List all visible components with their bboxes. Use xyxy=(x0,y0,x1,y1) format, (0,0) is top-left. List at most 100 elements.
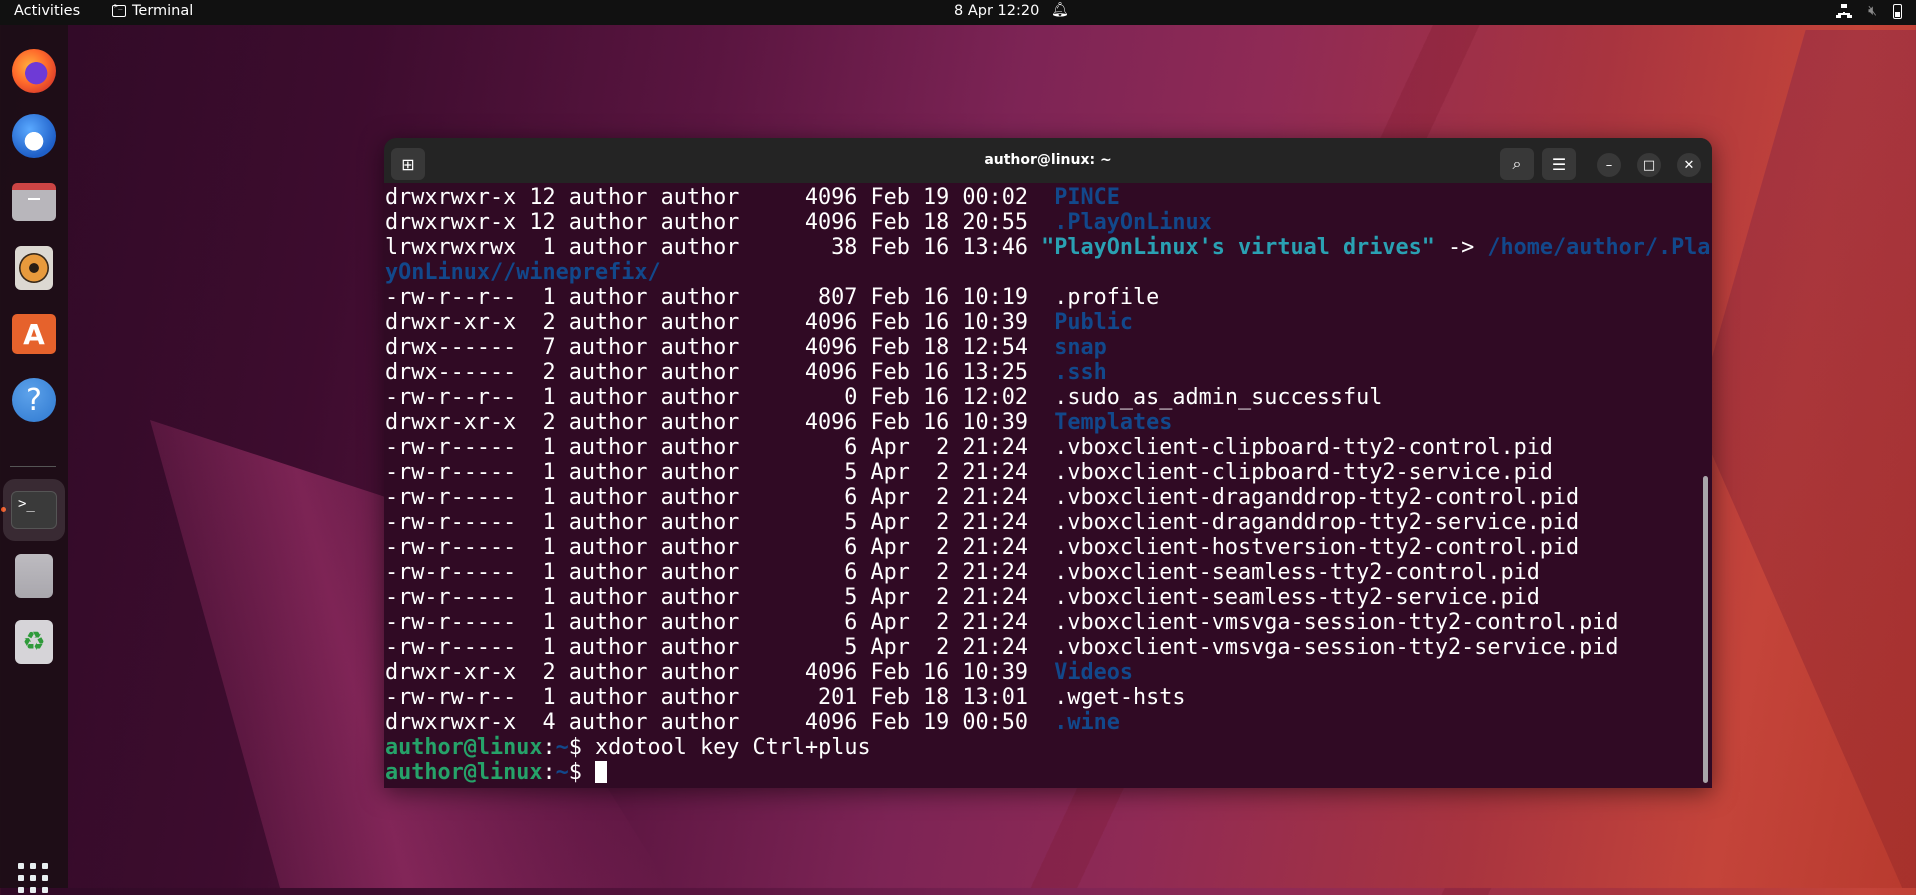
close-icon: ✕ xyxy=(1683,157,1695,173)
top-bar: Activities Terminal 8 Apr 12:20 🔔︎ 🔇︎ xyxy=(0,0,1916,25)
network-icon xyxy=(1836,4,1853,18)
volume-muted-icon: 🔇︎ xyxy=(1868,3,1877,19)
terminal-line: drwxrwxr-x 12 author author 4096 Feb 18 … xyxy=(385,210,1710,235)
file-meta: -rw-r----- 1 author author 5 Apr 2 21:24 xyxy=(385,635,1055,660)
dock-item-thunderbird[interactable] xyxy=(8,110,60,162)
file-name: .vboxclient-draganddrop-tty2-service.pid xyxy=(1054,510,1580,535)
file-name: PINCE xyxy=(1054,185,1120,210)
prompt-symbol: $ xyxy=(568,760,595,785)
file-meta: -rw-r----- 1 author author 6 Apr 2 21:24 xyxy=(385,535,1055,560)
prompt-symbol: $ xyxy=(568,735,595,760)
link-arrow: -> xyxy=(1434,235,1488,260)
file-meta: -rw-r----- 1 author author 6 Apr 2 21:24 xyxy=(385,610,1055,635)
prompt-separator: : xyxy=(542,735,556,760)
file-name: .vboxclient-seamless-tty2-service.pid xyxy=(1054,585,1540,610)
minimize-button[interactable]: – xyxy=(1597,153,1621,177)
file-name: .vboxclient-hostversion-tty2-control.pid xyxy=(1054,535,1580,560)
dock-item-trash[interactable]: ♻ xyxy=(8,616,60,668)
file-meta: drwxr-xr-x 2 author author 4096 Feb 16 1… xyxy=(385,310,1055,335)
prompt-separator: : xyxy=(542,760,556,785)
terminal-icon xyxy=(112,2,126,17)
file-name: yOnLinux//wineprefix/ xyxy=(385,260,661,285)
maximize-button[interactable]: □ xyxy=(1637,153,1661,177)
terminal-line: drwx------ 7 author author 4096 Feb 18 1… xyxy=(385,335,1710,360)
file-meta: -rw-r--r-- 1 author author 807 Feb 16 10… xyxy=(385,285,1055,310)
app-center-icon: A xyxy=(12,314,56,354)
firefox-icon xyxy=(12,49,56,93)
prompt-user: author@linux xyxy=(385,760,543,785)
file-name: .vboxclient-clipboard-tty2-control.pid xyxy=(1054,435,1553,460)
terminal-line: drwxr-xr-x 2 author author 4096 Feb 16 1… xyxy=(385,310,1710,335)
terminal-line: drwxr-xr-x 2 author author 4096 Feb 16 1… xyxy=(385,410,1710,435)
file-name: Public xyxy=(1054,310,1134,335)
dock-item-terminal[interactable]: >_ xyxy=(3,479,65,541)
file-meta: drwxrwxr-x 4 author author 4096 Feb 19 0… xyxy=(385,710,1055,735)
file-meta: drwxr-xr-x 2 author author 4096 Feb 16 1… xyxy=(385,410,1055,435)
clock-button[interactable]: 8 Apr 12:20 xyxy=(954,3,1039,19)
scrollbar-thumb[interactable] xyxy=(1703,476,1708,783)
file-name: .PlayOnLinux xyxy=(1054,210,1212,235)
dock-item-help[interactable]: ? xyxy=(8,374,60,426)
file-name: .sudo_as_admin_successful xyxy=(1054,385,1383,410)
search-button[interactable]: ⌕ xyxy=(1500,148,1534,180)
file-name: .vboxclient-draganddrop-tty2-control.pid xyxy=(1054,485,1580,510)
file-name: Videos xyxy=(1054,660,1134,685)
terminal-window: ⊞ author@linux: ~ ⌕ ☰ – □ ✕ drwxrwxr-x 1… xyxy=(384,138,1712,788)
terminal-line: drwxrwxr-x 12 author author 4096 Feb 19 … xyxy=(385,185,1710,210)
terminal-line: -rw-r----- 1 author author 5 Apr 2 21:24… xyxy=(385,510,1710,535)
rhythmbox-icon xyxy=(15,246,53,290)
command-text: xdotool key Ctrl+plus xyxy=(594,735,871,760)
window-header[interactable]: ⊞ author@linux: ~ ⌕ ☰ – □ ✕ xyxy=(384,138,1712,183)
dock-item-files[interactable] xyxy=(8,176,60,228)
file-meta: -rw-r----- 1 author author 5 Apr 2 21:24 xyxy=(385,460,1055,485)
menu-button[interactable]: ☰ xyxy=(1542,148,1576,180)
activities-button[interactable]: Activities xyxy=(14,3,80,19)
file-meta: -rw-r----- 1 author author 5 Apr 2 21:24 xyxy=(385,585,1055,610)
dock-separator xyxy=(10,466,56,467)
close-button[interactable]: ✕ xyxy=(1677,153,1701,177)
file-name: .wine xyxy=(1054,710,1120,735)
terminal-line: -rw-r----- 1 author author 6 Apr 2 21:24… xyxy=(385,435,1710,460)
terminal-icon: >_ xyxy=(11,491,57,529)
battery-icon xyxy=(1893,3,1902,19)
file-name: .vboxclient-clipboard-tty2-service.pid xyxy=(1054,460,1553,485)
prompt-path: ~ xyxy=(555,735,569,760)
terminal-line: -rw-r----- 1 author author 6 Apr 2 21:24… xyxy=(385,485,1710,510)
show-apps-grid-icon[interactable] xyxy=(16,861,50,895)
terminal-output[interactable]: drwxrwxr-x 12 author author 4096 Feb 19 … xyxy=(385,185,1710,785)
terminal-line: -rw-r----- 1 author author 6 Apr 2 21:24… xyxy=(385,610,1710,635)
file-meta: drwx------ 7 author author 4096 Feb 18 1… xyxy=(385,335,1055,360)
file-meta: drwxrwxr-x 12 author author 4096 Feb 18 … xyxy=(385,210,1055,235)
dock-item-app-center[interactable]: A xyxy=(8,308,60,360)
file-name: .profile xyxy=(1054,285,1160,310)
terminal-line: -rw-r--r-- 1 author author 0 Feb 16 12:0… xyxy=(385,385,1710,410)
file-name: snap xyxy=(1054,335,1107,360)
file-meta: lrwxrwxrwx 1 author author 38 Feb 16 13:… xyxy=(385,235,1042,260)
app-name: Terminal xyxy=(132,3,194,19)
dock-item-disks[interactable] xyxy=(8,550,60,602)
file-name: Templates xyxy=(1054,410,1173,435)
terminal-line: -rw-r--r-- 1 author author 807 Feb 16 10… xyxy=(385,285,1710,310)
file-meta: drwxrwxr-x 12 author author 4096 Feb 19 … xyxy=(385,185,1055,210)
dock-item-rhythmbox[interactable] xyxy=(8,242,60,294)
app-menu-button[interactable]: Terminal xyxy=(112,2,194,19)
search-icon: ⌕ xyxy=(1512,154,1522,173)
file-name: .vboxclient-seamless-tty2-control.pid xyxy=(1054,560,1540,585)
terminal-line: -rw-r----- 1 author author 5 Apr 2 21:24… xyxy=(385,460,1710,485)
terminal-line: yOnLinux//wineprefix/ xyxy=(385,260,1710,285)
prompt-user: author@linux xyxy=(385,735,543,760)
file-meta: -rw-r----- 1 author author 6 Apr 2 21:24 xyxy=(385,485,1055,510)
terminal-body[interactable]: drwxrwxr-x 12 author author 4096 Feb 19 … xyxy=(384,183,1712,788)
terminal-line: drwx------ 2 author author 4096 Feb 16 1… xyxy=(385,360,1710,385)
minimize-icon: – xyxy=(1605,157,1613,173)
terminal-line: drwxr-xr-x 2 author author 4096 Feb 16 1… xyxy=(385,660,1710,685)
text-cursor xyxy=(594,761,607,783)
file-meta: drwxr-xr-x 2 author author 4096 Feb 16 1… xyxy=(385,660,1055,685)
file-name: .ssh xyxy=(1054,360,1107,385)
notification-bell-icon[interactable]: 🔔︎ xyxy=(1051,2,1069,18)
dock-item-firefox[interactable] xyxy=(8,45,60,97)
file-meta: -rw-r--r-- 1 author author 0 Feb 16 12:0… xyxy=(385,385,1055,410)
terminal-line: -rw-r----- 1 author author 6 Apr 2 21:24… xyxy=(385,560,1710,585)
system-tray[interactable]: 🔇︎ xyxy=(1836,3,1902,19)
file-meta: -rw-r----- 1 author author 6 Apr 2 21:24 xyxy=(385,435,1055,460)
